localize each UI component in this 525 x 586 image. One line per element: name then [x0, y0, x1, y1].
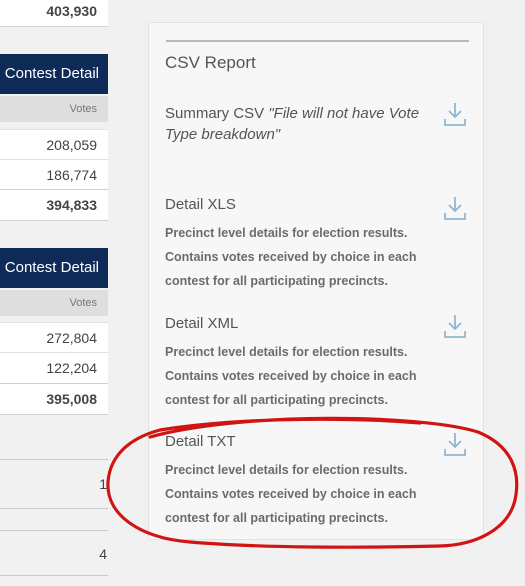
summary-csv-title[interactable]: Summary CSV "File will not have Vote Typ…: [165, 103, 440, 145]
description-line: Contains votes received by choice in eac…: [165, 369, 417, 383]
votes-column-header: Votes: [0, 290, 108, 316]
detail-txt-title[interactable]: Detail TXT: [165, 433, 236, 450]
description-line: contest for all participating precincts.: [165, 274, 388, 288]
vote-value: 208,059: [46, 137, 97, 153]
total-value: 394,833: [46, 197, 97, 213]
download-icon[interactable]: [443, 431, 467, 457]
description-line: contest for all participating precincts.: [165, 511, 388, 525]
panel-divider: [166, 40, 469, 42]
description-line: contest for all participating precincts.: [165, 393, 388, 407]
description-line: Precinct level details for election resu…: [165, 226, 408, 240]
contest-detail-button[interactable]: Contest Detail: [0, 54, 108, 94]
description-line: Contains votes received by choice in eac…: [165, 250, 417, 264]
table-row: 122,204: [0, 352, 108, 383]
description-line: Precinct level details for election resu…: [165, 463, 408, 477]
total-row: 395,008: [0, 383, 108, 415]
vote-value: 186,774: [46, 167, 97, 183]
detail-xls-description: Precinct level details for election resu…: [165, 221, 445, 293]
vote-value: 272,804: [46, 330, 97, 346]
total-row: 394,833: [0, 189, 108, 221]
divider: [0, 530, 108, 531]
table-row: 272,804: [0, 322, 108, 353]
detail-xml-description: Precinct level details for election resu…: [165, 340, 445, 412]
divider: [0, 459, 108, 460]
description-line: Precinct level details for election resu…: [165, 345, 408, 359]
csv-report-panel: CSV Report Summary CSV "File will not ha…: [148, 22, 484, 540]
panel-title: CSV Report: [165, 53, 256, 72]
download-icon[interactable]: [443, 101, 467, 127]
divider: [0, 575, 108, 576]
divider: [0, 508, 108, 509]
vote-value: 122,204: [46, 360, 97, 376]
contest-detail-button[interactable]: Contest Detail: [0, 248, 108, 288]
results-column: 403,930 Contest Detail Votes 208,059 186…: [0, 0, 108, 586]
total-value: 395,008: [46, 391, 97, 407]
detail-txt-description: Precinct level details for election resu…: [165, 458, 445, 530]
download-icon[interactable]: [443, 313, 467, 339]
votes-column-header: Votes: [0, 96, 108, 122]
top-total-value: 403,930: [46, 3, 97, 19]
truncated-value: 1: [99, 476, 107, 492]
table-row: 208,059: [0, 129, 108, 160]
detail-xls-title[interactable]: Detail XLS: [165, 196, 236, 213]
description-line: Contains votes received by choice in eac…: [165, 487, 417, 501]
top-total-row: 403,930: [0, 0, 108, 27]
download-icon[interactable]: [443, 195, 467, 221]
summary-csv-label: Summary CSV: [165, 105, 265, 122]
truncated-value: 4: [99, 546, 107, 562]
detail-xml-title[interactable]: Detail XML: [165, 315, 238, 332]
table-row: 186,774: [0, 159, 108, 190]
